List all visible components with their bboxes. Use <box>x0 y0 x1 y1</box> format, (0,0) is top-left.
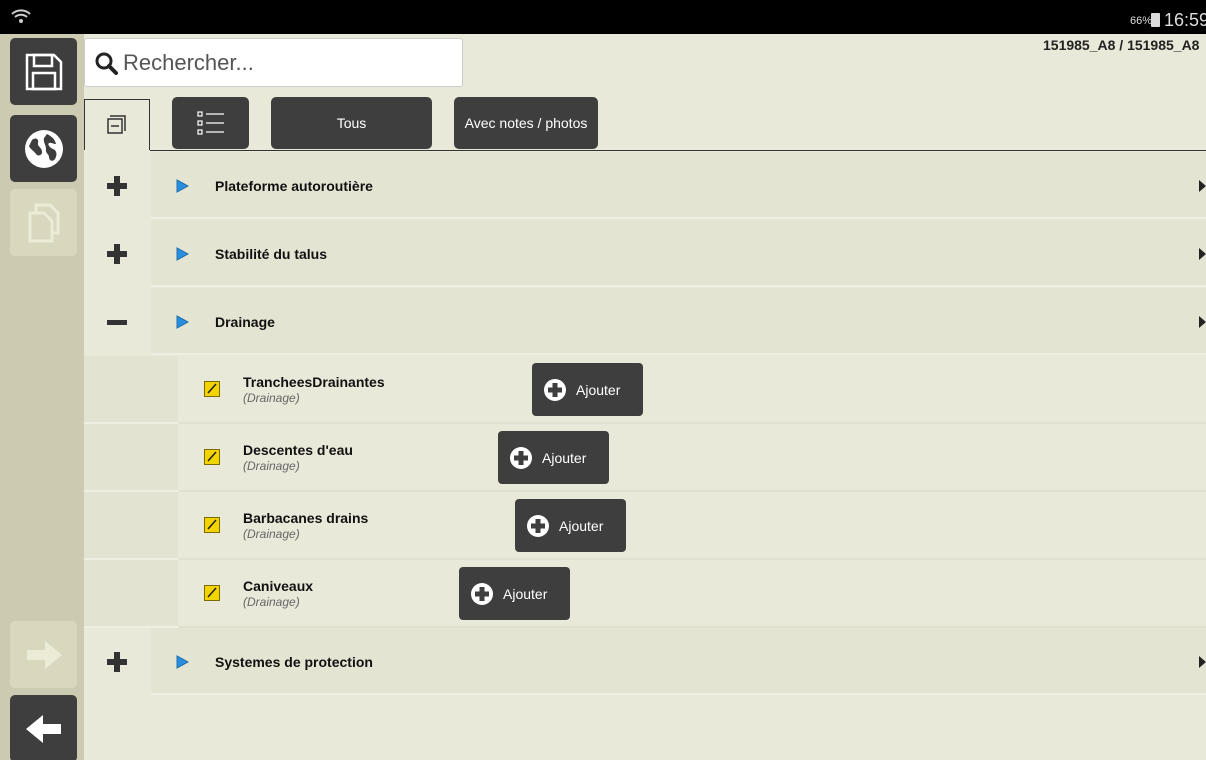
item-title: Barbacanes drains <box>243 510 369 526</box>
item-body[interactable]: Caniveaux (Drainage) Ajouter <box>179 560 1206 628</box>
item-title: Descentes d'eau <box>243 442 353 458</box>
pencil-icon <box>204 381 220 397</box>
search-icon <box>95 52 118 75</box>
category-header[interactable]: Drainage <box>151 288 1206 355</box>
category-header[interactable]: Stabilité du talus <box>151 220 1206 287</box>
plus-icon <box>107 243 127 264</box>
plus-icon <box>107 175 127 196</box>
item-category: (Drainage) <box>243 595 300 609</box>
globe-button[interactable] <box>10 115 77 182</box>
add-button-label: Ajouter <box>559 517 604 534</box>
category-row[interactable]: Plateforme autoroutière <box>84 152 1206 219</box>
plus-circle-icon <box>527 514 549 537</box>
item-category: (Drainage) <box>243 391 300 405</box>
collapse-button[interactable] <box>84 288 150 355</box>
filter-notes-photos-button[interactable]: Avec notes / photos <box>454 97 598 149</box>
expand-button[interactable] <box>84 152 150 219</box>
play-triangle-icon <box>176 655 189 669</box>
chevron-right-icon[interactable] <box>1199 248 1206 260</box>
collapse-icon <box>107 115 126 134</box>
status-bar: 66% 16:59 <box>0 0 1206 34</box>
list-view-button[interactable] <box>172 97 249 149</box>
category-row[interactable]: Drainage <box>84 288 1206 355</box>
sidebar <box>0 34 84 760</box>
project-label: 151985_A8 / 151985_A8 <box>1043 37 1200 53</box>
item-indent <box>84 424 178 492</box>
back-button[interactable] <box>10 695 77 760</box>
category-label: Stabilité du talus <box>215 246 328 262</box>
item-title: Caniveaux <box>243 578 314 594</box>
add-button[interactable]: Ajouter <box>498 431 609 484</box>
arrow-left-icon <box>25 714 61 743</box>
item-title: TrancheesDrainantes <box>243 374 385 390</box>
plus-circle-icon <box>544 378 566 401</box>
list-item[interactable]: Caniveaux (Drainage) Ajouter <box>84 560 1206 628</box>
globe-icon <box>24 129 63 168</box>
add-button[interactable]: Ajouter <box>459 567 570 620</box>
play-triangle-icon <box>176 179 189 193</box>
floppy-disk-icon <box>25 53 62 90</box>
search-input[interactable] <box>123 49 443 76</box>
expand-button[interactable] <box>84 220 150 287</box>
category-label: Systemes de protection <box>215 654 373 670</box>
chevron-right-icon[interactable] <box>1199 180 1206 192</box>
item-indent <box>84 492 178 560</box>
add-button[interactable]: Ajouter <box>515 499 626 552</box>
collapse-all-button[interactable] <box>84 99 150 150</box>
chevron-right-icon[interactable] <box>1199 316 1206 328</box>
add-button-label: Ajouter <box>542 449 587 466</box>
list-item[interactable]: Barbacanes drains (Drainage) Ajouter <box>84 492 1206 560</box>
add-button-label: Ajouter <box>503 585 548 602</box>
item-body[interactable]: TrancheesDrainantes (Drainage) Ajouter <box>179 356 1206 424</box>
item-body[interactable]: Barbacanes drains (Drainage) Ajouter <box>179 492 1206 560</box>
add-button-label: Ajouter <box>576 381 621 398</box>
battery-percentage: 66% <box>1130 15 1153 27</box>
item-category: (Drainage) <box>243 459 300 473</box>
plus-circle-icon <box>510 446 532 469</box>
copy-icon <box>28 203 59 242</box>
list-item[interactable]: TrancheesDrainantes (Drainage) Ajouter <box>84 356 1206 424</box>
search-box[interactable] <box>84 38 463 87</box>
copy-button[interactable] <box>10 189 77 256</box>
item-indent <box>84 356 178 424</box>
category-row[interactable]: Systemes de protection <box>84 628 1206 695</box>
item-category: (Drainage) <box>243 527 300 541</box>
category-header[interactable]: Systemes de protection <box>151 628 1206 695</box>
plus-icon <box>107 651 127 672</box>
category-label: Plateforme autoroutière <box>215 178 373 194</box>
list-item[interactable]: Descentes d'eau (Drainage) Ajouter <box>84 424 1206 492</box>
clock: 16:59 <box>1164 10 1206 30</box>
play-triangle-icon <box>176 247 189 261</box>
play-triangle-icon <box>176 315 189 329</box>
minus-icon <box>107 319 127 325</box>
item-body[interactable]: Descentes d'eau (Drainage) Ajouter <box>179 424 1206 492</box>
pencil-icon <box>204 585 220 601</box>
chevron-right-icon[interactable] <box>1199 656 1206 668</box>
arrow-right-icon <box>26 640 62 669</box>
pencil-icon <box>204 517 220 533</box>
category-label: Drainage <box>215 314 275 330</box>
item-indent <box>84 560 178 628</box>
filter-all-button[interactable]: Tous <box>271 97 432 149</box>
save-button[interactable] <box>10 38 77 105</box>
toolbar-divider <box>150 150 1206 151</box>
category-row[interactable]: Stabilité du talus <box>84 220 1206 287</box>
pencil-icon <box>204 449 220 465</box>
list-icon <box>196 111 224 135</box>
forward-button[interactable] <box>10 621 77 688</box>
expand-button[interactable] <box>84 628 150 695</box>
wifi-icon <box>11 9 31 23</box>
battery-icon <box>1151 13 1160 27</box>
plus-circle-icon <box>471 582 493 605</box>
category-header[interactable]: Plateforme autoroutière <box>151 152 1206 219</box>
add-button[interactable]: Ajouter <box>532 363 643 416</box>
